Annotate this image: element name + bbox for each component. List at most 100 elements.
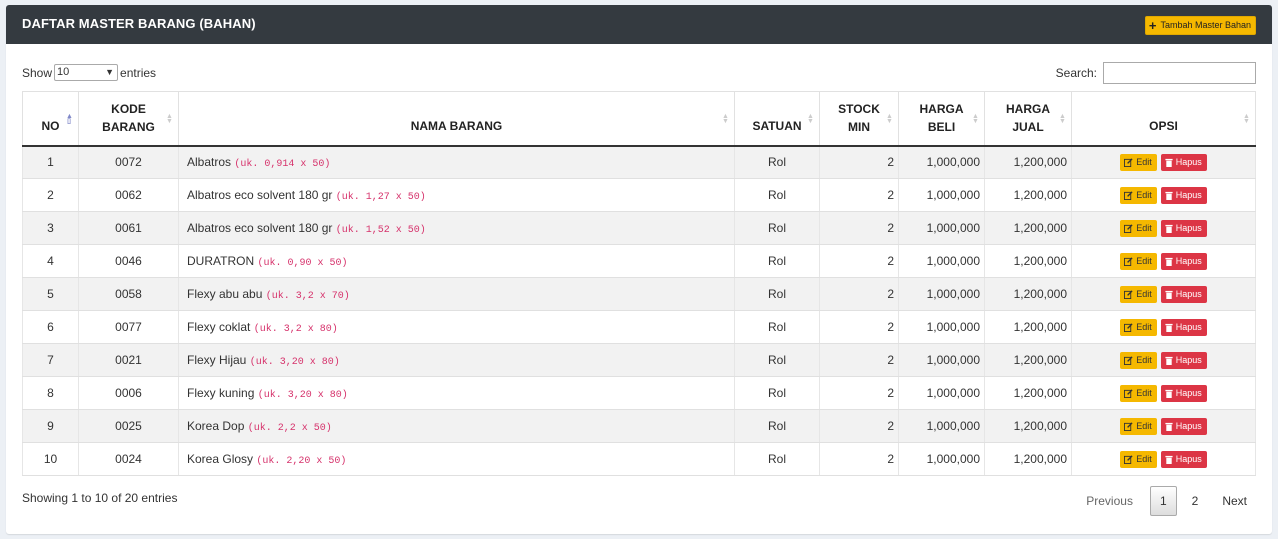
cell-kode-barang: 0062 [78,178,179,212]
cell-nama-barang: Flexy kuning (uk. 3,20 x 80) [178,376,735,410]
edit-icon [1124,223,1133,233]
cell-stock-min: 2 [819,277,899,311]
column-header-harga-beli[interactable]: HARGA BELI ▲ ▼ [898,91,985,147]
edit-button[interactable]: Edit [1120,285,1157,303]
delete-button[interactable]: Hapus [1160,186,1207,204]
cell-kode-barang: 0024 [78,442,179,476]
cell-stock-min: 2 [819,145,899,179]
cell-opsi: Edit Hapus [1071,244,1256,278]
edit-button[interactable]: Edit [1120,417,1157,435]
cell-harga-jual: 1,200,000 [984,343,1072,377]
cell-opsi: Edit Hapus [1071,409,1256,443]
table-row: 8 0006 Flexy kuning (uk. 3,20 x 80) Rol 2 1,0… [22,376,1256,410]
edit-label: Edit [1136,255,1152,266]
item-name: Korea Glosy [187,451,254,466]
delete-button[interactable]: Hapus [1160,417,1207,435]
cell-kode-barang: 0006 [78,376,179,410]
cell-no: 3 [22,211,79,245]
edit-button[interactable]: Edit [1120,153,1157,171]
delete-button[interactable]: Hapus [1160,318,1207,336]
cell-harga-beli: 1,000,000 [898,145,985,179]
edit-label: Edit [1136,354,1152,365]
item-size: (uk. 1,52 x 50) [335,224,426,236]
column-header-nama-barang[interactable]: NAMA BARANG ▲ ▼ [178,91,735,147]
cell-nama-barang: Korea Dop (uk. 2,2 x 50) [178,409,735,443]
cell-nama-barang: Albatros eco solvent 180 gr (uk. 1,27 x … [178,178,735,212]
column-header-no[interactable]: NO ▲ ▯ [22,91,79,147]
cell-harga-jual: 1,200,000 [984,442,1072,476]
delete-label: Hapus [1175,453,1202,464]
trash-icon [1165,257,1173,266]
cell-opsi: Edit Hapus [1071,211,1256,245]
edit-button[interactable]: Edit [1120,450,1157,468]
cell-nama-barang: Korea Glosy (uk. 2,20 x 50) [178,442,735,476]
page-length-select[interactable]: 10 ▼ [54,64,119,81]
delete-button[interactable]: Hapus [1160,153,1207,171]
cell-no: 9 [22,409,79,443]
search-input[interactable] [1103,62,1256,84]
cell-satuan: Rol [734,211,820,245]
cell-harga-beli: 1,000,000 [898,442,985,476]
delete-button[interactable]: Hapus [1160,219,1207,237]
cell-harga-jual: 1,200,000 [984,277,1072,311]
edit-icon [1124,388,1133,398]
pagination-page-2[interactable]: 2 [1183,486,1208,516]
column-header-kode-barang[interactable]: KODE BARANG ▲ ▼ [78,91,179,147]
cell-no: 2 [22,178,79,212]
column-header-opsi[interactable]: OPSI ▲ ▼ [1071,91,1256,147]
cell-nama-barang: Albatros eco solvent 180 gr (uk. 1,52 x … [178,211,735,245]
pagination-previous[interactable]: Previous [1077,486,1142,516]
cell-opsi: Edit Hapus [1071,178,1256,212]
delete-label: Hapus [1175,288,1202,299]
table-row: 7 0021 Flexy Hijau (uk. 3,20 x 80) Rol 2 1,00… [22,343,1256,377]
row-actions: Edit Hapus [1076,351,1251,369]
column-header-satuan[interactable]: SATUAN ▲ ▼ [734,91,820,147]
edit-button[interactable]: Edit [1120,318,1157,336]
cell-stock-min: 2 [819,310,899,344]
item-size: (uk. 2,2 x 50) [247,422,332,434]
cell-satuan: Rol [734,178,820,212]
master-barang-table: NO ▲ ▯ KODE BARANG ▲ ▼ NAMA BARANG ▲ ▼ SATUAN ▲… [22,91,1256,476]
table-row: 3 0061 Albatros eco solvent 180 gr (uk. 1,… [22,211,1256,245]
delete-button[interactable]: Hapus [1160,384,1207,402]
column-header-stock-min[interactable]: STOCK MIN ▲ ▼ [819,91,899,147]
item-name: Flexy coklat [187,319,251,334]
item-size: (uk. 2,20 x 50) [256,455,347,467]
cell-stock-min: 2 [819,376,899,410]
cell-nama-barang: Albatros (uk. 0,914 x 50) [178,145,735,179]
cell-opsi: Edit Hapus [1071,376,1256,410]
trash-icon [1165,191,1173,200]
item-name: Korea Dop [187,418,245,433]
column-header-harga-jual[interactable]: HARGA JUAL ▲ ▼ [984,91,1072,147]
page-length-value: 10 [57,66,70,78]
edit-button[interactable]: Edit [1120,186,1157,204]
edit-icon [1124,454,1133,464]
edit-button[interactable]: Edit [1120,384,1157,402]
cell-stock-min: 2 [819,442,899,476]
chevron-down-icon: ▼ [105,67,115,77]
edit-button[interactable]: Edit [1120,252,1157,270]
delete-button[interactable]: Hapus [1160,450,1207,468]
cell-satuan: Rol [734,376,820,410]
item-name: DURATRON [187,253,255,268]
edit-icon [1124,289,1133,299]
row-actions: Edit Hapus [1076,285,1251,303]
row-actions: Edit Hapus [1076,153,1251,171]
length-suffix: entries [120,65,157,80]
edit-button[interactable]: Edit [1120,351,1157,369]
edit-icon [1124,355,1133,365]
pagination-page-1[interactable]: 1 [1149,486,1177,516]
pagination-next[interactable]: Next [1213,486,1256,516]
cell-satuan: Rol [734,244,820,278]
sort-icon: ▲ ▼ [722,113,729,125]
delete-button[interactable]: Hapus [1160,285,1207,303]
cell-no: 7 [22,343,79,377]
edit-icon [1124,158,1133,167]
trash-icon [1165,389,1173,398]
delete-button[interactable]: Hapus [1160,351,1207,369]
cell-satuan: Rol [734,145,820,179]
panel-header: DAFTAR MASTER BARANG (BAHAN) + Tambah Ma… [6,5,1272,44]
delete-button[interactable]: Hapus [1160,252,1207,270]
edit-button[interactable]: Edit [1120,219,1157,237]
add-master-bahan-button[interactable]: + Tambah Master Bahan [1144,16,1256,35]
